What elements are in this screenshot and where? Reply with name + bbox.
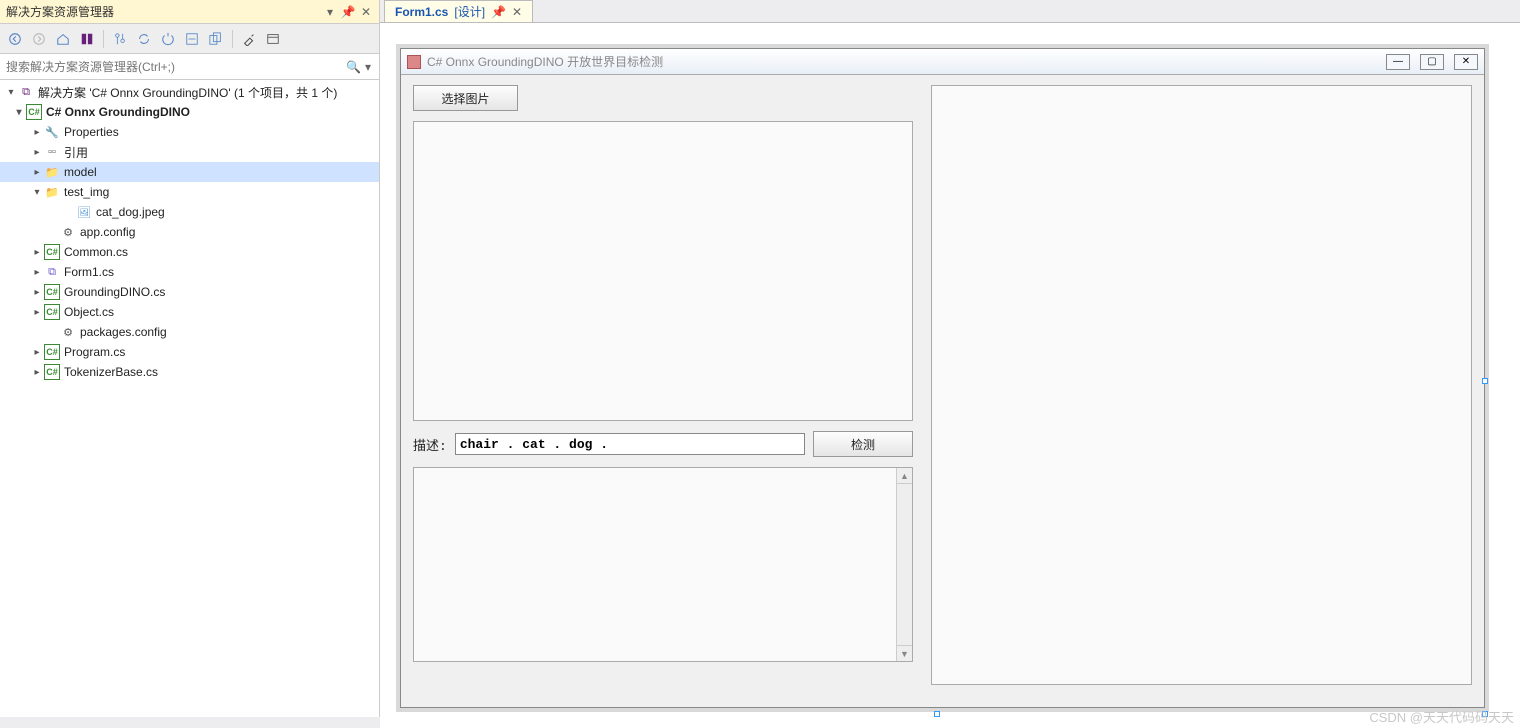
tree-folder-testimg[interactable]: 📁 test_img [0,182,379,202]
tree-properties[interactable]: 🔧 Properties [0,122,379,142]
panel-title-text: 解决方案资源管理器 [6,3,114,20]
sync-icon[interactable] [133,28,155,50]
collapse-icon[interactable] [181,28,203,50]
search-bar: 🔍 ▾ [0,54,379,80]
tree-file-tokenizer[interactable]: C# TokenizerBase.cs [0,362,379,382]
form-left-column: 选择图片 描述: 检测 ▲ ▼ [413,85,913,697]
maximize-icon[interactable]: ▢ [1420,54,1444,70]
resize-handle-right[interactable] [1482,378,1488,384]
preview-icon[interactable] [262,28,284,50]
form-body: 选择图片 描述: 检测 ▲ ▼ [401,75,1484,707]
tree-file-packages-label: packages.config [80,325,167,339]
tree-folder-testimg-label: test_img [64,185,109,199]
panel-pin-icon[interactable]: 📌 [341,5,355,19]
designer-surface[interactable]: C# Onnx GroundingDINO 开放世界目标检测 — ▢ ✕ 选择图… [380,23,1520,728]
search-dropdown-icon[interactable]: ▾ [363,60,373,74]
tree-file-object-label: Object.cs [64,305,114,319]
solution-tree: ⧉ 解决方案 'C# Onnx GroundingDINO' (1 个项目，共 … [0,80,379,717]
picturebox-input[interactable] [413,121,913,421]
home-icon[interactable] [52,28,74,50]
tree-solution[interactable]: ⧉ 解决方案 'C# Onnx GroundingDINO' (1 个项目，共 … [0,82,379,102]
picturebox-output[interactable] [931,85,1472,685]
panel-titlebar: 解决方案资源管理器 ▾ 📌 ✕ [0,0,379,24]
form-right-column [931,85,1472,697]
document-tabs: Form1.cs [设计] 📌 ✕ [380,0,1520,22]
tree-project-label: C# Onnx GroundingDINO [46,105,190,119]
tree-file-object[interactable]: C# Object.cs [0,302,379,322]
tree-file-grounding-label: GroundingDINO.cs [64,285,165,299]
log-textbox[interactable]: ▲ ▼ [413,467,913,662]
search-icon[interactable]: 🔍 [344,60,363,74]
tree-file-form1-label: Form1.cs [64,265,114,279]
main-area: Form1.cs [设计] 📌 ✕ C# Onnx GroundingDINO … [380,0,1520,717]
detect-label: 检测 [851,436,875,453]
resize-handle-bottom[interactable] [934,711,940,717]
detect-button[interactable]: 检测 [813,431,913,457]
resize-handle-corner[interactable] [1482,711,1488,717]
tree-file-grounding[interactable]: C# GroundingDINO.cs [0,282,379,302]
back-icon[interactable] [4,28,26,50]
form-titlebar: C# Onnx GroundingDINO 开放世界目标检测 — ▢ ✕ [401,49,1484,75]
tab-form1[interactable]: Form1.cs [设计] 📌 ✕ [384,0,533,22]
tree-file-packages[interactable]: ⚙ packages.config [0,322,379,342]
refresh-icon[interactable] [157,28,179,50]
tree-file-form1[interactable]: ⧉ Form1.cs [0,262,379,282]
tree-file-common-label: Common.cs [64,245,128,259]
tree-references-label: 引用 [64,144,88,161]
tree-project[interactable]: C# C# Onnx GroundingDINO [0,102,379,122]
form-app-icon [407,55,421,69]
tree-file-catdog-label: cat_dog.jpeg [96,205,165,219]
tree-references[interactable]: ▫▫ 引用 [0,142,379,162]
panel-close-icon[interactable]: ✕ [359,5,373,19]
switch-view-icon[interactable] [76,28,98,50]
tree-file-common[interactable]: C# Common.cs [0,242,379,262]
tree-properties-label: Properties [64,125,119,139]
solution-explorer-panel: 解决方案资源管理器 ▾ 📌 ✕ 🔍 ▾ ⧉ 解决方案 'C# Onnx Grou… [0,0,380,717]
tree-file-appconfig[interactable]: ⚙ app.config [0,222,379,242]
showall-icon[interactable] [205,28,227,50]
forward-icon[interactable] [28,28,50,50]
form-title-text: C# Onnx GroundingDINO 开放世界目标检测 [427,53,1376,70]
close-window-icon[interactable]: ✕ [1454,54,1478,70]
tree-file-program-label: Program.cs [64,345,125,359]
tree-solution-label: 解决方案 'C# Onnx GroundingDINO' (1 个项目，共 1 … [38,84,337,101]
description-row: 描述: 检测 [413,431,913,457]
tree-folder-model-label: model [64,165,97,179]
filter-icon[interactable] [109,28,131,50]
tree-file-program[interactable]: C# Program.cs [0,342,379,362]
tab-close-icon[interactable]: ✕ [512,5,522,19]
tree-file-tokenizer-label: TokenizerBase.cs [64,365,158,379]
form-window[interactable]: C# Onnx GroundingDINO 开放世界目标检测 — ▢ ✕ 选择图… [400,48,1485,708]
tree-file-catdog[interactable]: 🖼 cat_dog.jpeg [0,202,379,222]
description-input[interactable] [455,433,805,455]
scroll-up-icon[interactable]: ▲ [897,468,912,484]
scrollbar[interactable]: ▲ ▼ [896,468,912,661]
solution-toolbar [0,24,379,54]
tab-suffix: [设计] [454,3,485,20]
tab-pin-icon[interactable]: 📌 [491,5,506,19]
scroll-down-icon[interactable]: ▼ [897,645,912,661]
properties-icon[interactable] [238,28,260,50]
description-label: 描述: [413,435,447,454]
select-image-button[interactable]: 选择图片 [413,85,518,111]
search-input[interactable] [6,60,344,74]
tree-file-appconfig-label: app.config [80,225,135,239]
select-image-label: 选择图片 [441,90,489,107]
panel-dropdown-icon[interactable]: ▾ [323,5,337,19]
tab-label: Form1.cs [395,5,448,19]
minimize-icon[interactable]: — [1386,54,1410,70]
tree-folder-model[interactable]: 📁 model [0,162,379,182]
